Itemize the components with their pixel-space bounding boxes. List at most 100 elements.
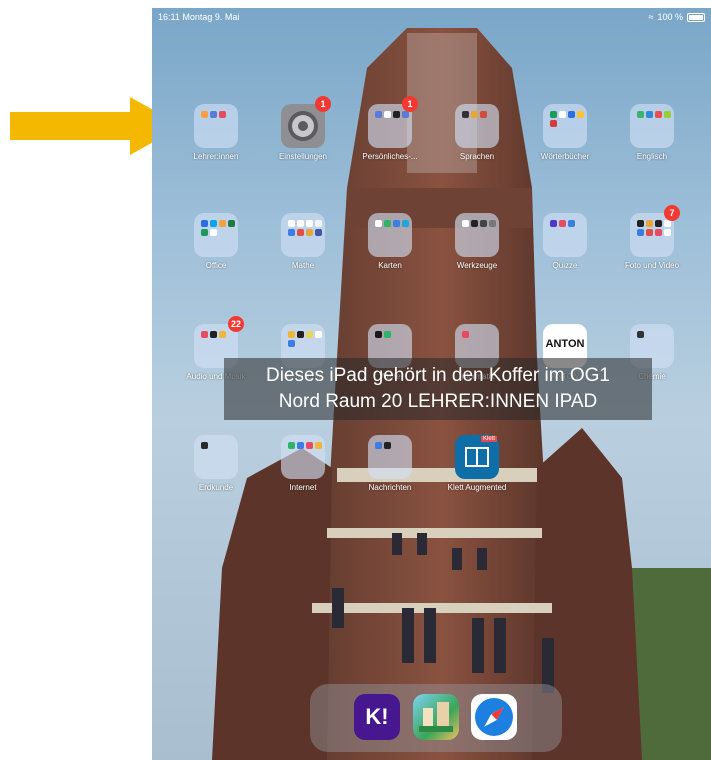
app-label: Werkzeuge	[456, 261, 498, 270]
folder-mini-icon	[210, 220, 217, 227]
app-nachrichten[interactable]: Nachrichten	[346, 435, 426, 515]
battery-icon	[687, 12, 705, 22]
folder-mini-icon	[201, 331, 208, 338]
app-foto-und-video[interactable]: 7 Foto und Video	[608, 205, 688, 293]
app-label: Klett Augmented	[447, 483, 507, 492]
folder-mini-icon	[219, 220, 226, 227]
folder-mini-icon	[228, 220, 235, 227]
folder-mini-icon	[550, 120, 557, 127]
folder-preview	[550, 111, 584, 127]
folder-mini-icon	[288, 340, 295, 347]
app-label: Lehrer:innen	[193, 152, 239, 161]
folder-icon	[543, 104, 587, 148]
folder-mini-icon	[664, 220, 671, 227]
folder-mini-icon	[655, 229, 662, 236]
folder-mini-icon	[462, 111, 469, 118]
folder-mini-icon	[393, 111, 400, 118]
folder-mini-icon	[315, 220, 322, 227]
folder-mini-icon	[375, 331, 382, 338]
folder-mini-icon	[402, 111, 409, 118]
folder-icon	[630, 104, 674, 148]
folder-mini-icon	[201, 111, 208, 118]
folder-preview	[288, 331, 322, 347]
folder-mini-icon	[375, 220, 382, 227]
folder-mini-icon	[384, 442, 391, 449]
folder-mini-icon	[306, 331, 313, 338]
folder-mini-icon	[637, 220, 644, 227]
folder-preview	[637, 331, 671, 338]
app-klett-augmented[interactable]: Klett Klett Augmented	[433, 435, 513, 515]
status-time-date: 16:11 Montag 9. Mai	[158, 12, 240, 22]
app-lehrer-innen[interactable]: Lehrer:innen	[172, 104, 252, 184]
folder-mini-icon	[288, 220, 295, 227]
dock-app-safari[interactable]	[471, 694, 517, 740]
app-wörterbücher[interactable]: Wörterbücher	[521, 104, 601, 184]
app-label: Einstellungen	[278, 152, 328, 161]
folder-mini-icon	[471, 111, 478, 118]
folder-mini-icon	[315, 229, 322, 236]
folder-mini-icon	[288, 331, 295, 338]
folder-mini-icon	[315, 442, 322, 449]
app-internet[interactable]: Internet	[259, 435, 339, 515]
dock-app-kahoot[interactable]: K!	[354, 694, 400, 740]
app-einstellungen[interactable]: 1 Einstellungen	[259, 96, 339, 184]
app-quizze[interactable]: Quizze	[521, 213, 601, 293]
folder-mini-icon	[210, 229, 217, 236]
folder-preview	[375, 331, 409, 338]
folder-mini-icon	[646, 220, 653, 227]
folder-preview	[462, 111, 496, 118]
app-erdkunde[interactable]: Erdkunde	[172, 435, 252, 515]
folder-mini-icon	[201, 442, 208, 449]
folder-preview	[375, 111, 409, 118]
folder-mini-icon	[210, 111, 217, 118]
folder-icon	[281, 435, 325, 479]
folder-preview	[201, 111, 235, 118]
app-office[interactable]: Office	[172, 213, 252, 293]
app-werkzeuge[interactable]: Werkzeuge	[433, 213, 513, 293]
app-label: Office	[205, 261, 227, 270]
app-label: Erdkunde	[198, 483, 234, 492]
folder-mini-icon	[637, 331, 644, 338]
folder-mini-icon	[297, 442, 304, 449]
folder-mini-icon	[462, 220, 469, 227]
folder-mini-icon	[375, 111, 382, 118]
folder-mini-icon	[471, 220, 478, 227]
dock: K!	[310, 684, 562, 752]
folder-mini-icon	[489, 220, 496, 227]
folder-mini-icon	[288, 442, 295, 449]
notification-badge: 7	[664, 205, 680, 221]
anton-icon-text: ANTON	[545, 338, 585, 350]
safari-compass-icon	[475, 698, 513, 736]
folder-mini-icon	[655, 111, 662, 118]
dock-app-city-game[interactable]	[413, 694, 459, 740]
folder-mini-icon	[559, 111, 566, 118]
folder-preview	[288, 220, 322, 236]
folder-mini-icon	[219, 111, 226, 118]
folder-icon	[194, 104, 238, 148]
folder-mini-icon	[402, 220, 409, 227]
folder-icon	[368, 435, 412, 479]
folder-mini-icon	[297, 331, 304, 338]
folder-mini-icon	[664, 229, 671, 236]
folder-mini-icon	[393, 220, 400, 227]
app-label: Wörterbücher	[540, 152, 590, 161]
status-right: ≈ 100 %	[649, 12, 705, 22]
folder-mini-icon	[315, 331, 322, 338]
folder-preview	[288, 442, 322, 449]
app-karten[interactable]: Karten	[346, 213, 426, 293]
folder-mini-icon	[306, 442, 313, 449]
notification-badge: 1	[402, 96, 418, 112]
folder-mini-icon	[384, 220, 391, 227]
folder-mini-icon	[219, 331, 226, 338]
folder-icon	[455, 104, 499, 148]
app-englisch[interactable]: Englisch	[608, 104, 688, 184]
app-sprachen[interactable]: Sprachen	[433, 104, 513, 184]
folder-mini-icon	[637, 229, 644, 236]
folder-icon	[281, 213, 325, 257]
folder-mini-icon	[384, 331, 391, 338]
folder-icon	[368, 213, 412, 257]
app-persönliches[interactable]: 1 Persönliches-...	[346, 96, 426, 184]
folder-mini-icon	[568, 220, 575, 227]
kahoot-icon: K!	[365, 704, 389, 729]
app-mathe[interactable]: Mathe	[259, 213, 339, 293]
